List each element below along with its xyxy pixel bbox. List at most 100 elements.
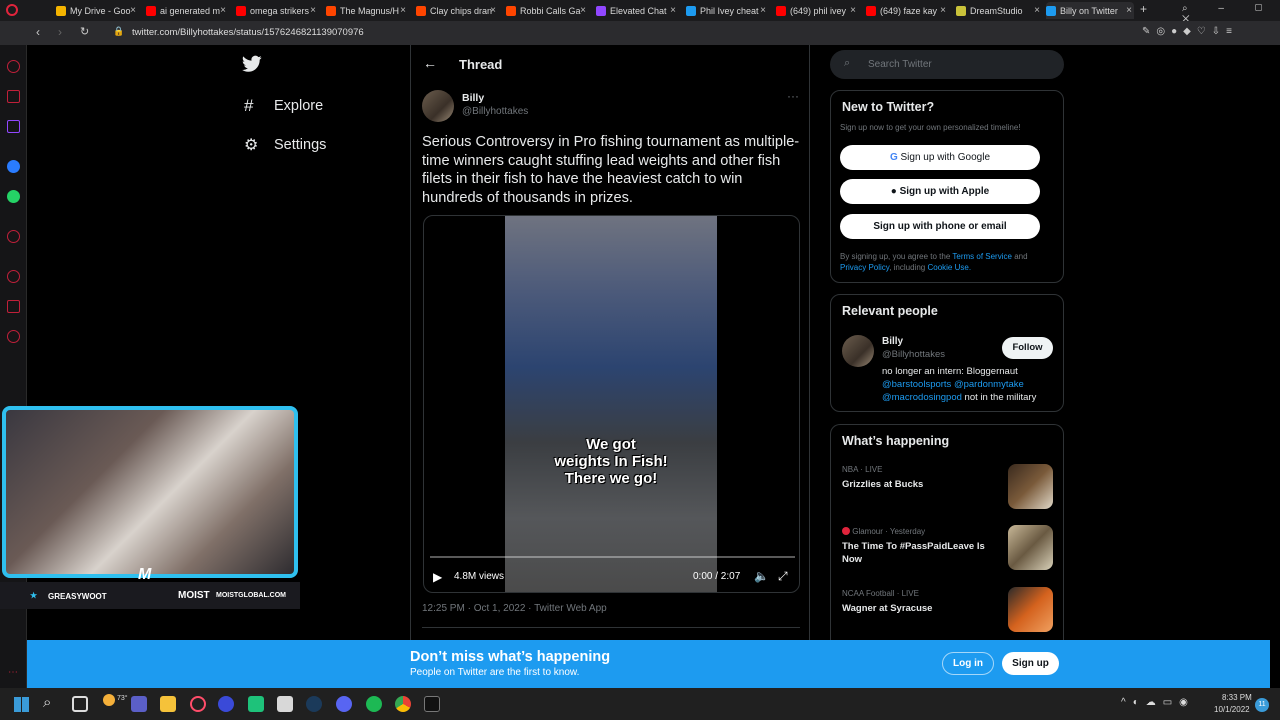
chrome-icon[interactable] [395,696,411,712]
speed-dial-icon[interactable] [7,60,20,73]
tab-close-icon[interactable]: × [1034,5,1040,16]
tweet-timestamp[interactable]: 12:25 PM · Oct 1, 2022 · Twitter Web App [422,603,607,614]
tab-my-drive[interactable]: My Drive - Goo × [56,2,138,19]
settings-icon[interactable] [7,330,20,343]
follow-button[interactable]: Follow [1002,337,1053,359]
privacy-link[interactable]: Privacy Policy [840,263,889,272]
tab-phil-ivey[interactable]: Phil Ivey cheat × [686,2,768,19]
tab-close-icon[interactable]: × [940,5,946,16]
author-handle[interactable]: @Billyhottakes [462,106,528,117]
weather-widget[interactable]: 73° [103,694,128,706]
app-green-icon[interactable] [248,696,264,712]
signup-apple-button[interactable]: ● Sign up with Apple [840,179,1040,204]
opera-gx-icon[interactable] [190,696,206,712]
tab-close-icon[interactable]: × [670,5,676,16]
brand-name: MOIST [178,590,210,601]
tab-649-phil-ivey[interactable]: (649) phil ivey × [776,2,858,19]
notification-badge[interactable]: 11 [1255,698,1269,712]
signup-button[interactable]: Sign up [1002,652,1059,675]
clock-time[interactable]: 8:33 PM [1222,693,1252,702]
discord-icon[interactable] [336,696,352,712]
back-icon[interactable]: ‹ [36,25,40,39]
google-icon: G [889,152,901,163]
volume-icon[interactable]: 🔈 [754,569,769,583]
tab-dreamstudio[interactable]: DreamStudio × [956,2,1042,19]
vivaldi-icon[interactable] [218,696,234,712]
tab-close-icon[interactable]: × [310,5,316,16]
search-input[interactable]: ⌕ Search Twitter [830,50,1064,79]
trend-thumbnail[interactable] [1008,525,1053,570]
rl-app-icon[interactable] [424,696,440,712]
tab-close-icon[interactable]: × [1126,5,1132,16]
tab-close-icon[interactable]: × [760,5,766,16]
author-name[interactable]: Billy [462,92,484,104]
tab-close-icon[interactable]: × [400,5,406,16]
trend-item[interactable]: NBA · LIVE Grizzlies at Bucks [842,465,992,491]
back-arrow-icon[interactable]: ← [423,55,437,71]
person-name[interactable]: Billy [882,336,903,347]
teams-chat-icon[interactable] [131,696,147,712]
address-bar[interactable]: twitter.com/Billyhottakes/status/1576246… [132,27,364,38]
system-tray-icons[interactable]: ^◐☁▭◉ [1121,697,1195,708]
person-handle[interactable]: @Billyhottakes [882,349,945,360]
tab-close-icon[interactable]: × [850,5,856,16]
bio-mention-link[interactable]: @macrodosingpod [882,392,962,403]
steam-icon[interactable] [306,696,322,712]
terms-link[interactable]: Terms of Service [952,252,1012,261]
nav-settings[interactable]: ⚙ Settings [244,135,326,155]
tab-faze-kay[interactable]: (649) faze kay × [866,2,948,19]
tab-close-icon[interactable]: × [220,5,226,16]
tab-magnus[interactable]: The Magnus/H × [326,2,408,19]
trend-item[interactable]: Glamour · Yesterday The Time To #PassPai… [842,527,992,566]
windows-start-icon[interactable] [14,697,29,712]
file-explorer-icon[interactable] [160,696,176,712]
task-view-icon[interactable] [72,696,88,712]
cookie-link[interactable]: Cookie Use. [927,263,971,272]
history-icon[interactable] [7,270,20,283]
tab-close-icon[interactable]: × [490,5,496,16]
opera-logo-icon[interactable] [6,4,18,16]
bio-mention-link[interactable]: @pardonmytake [954,379,1024,390]
new-tab-icon[interactable]: + [1140,2,1147,16]
tab-close-icon[interactable]: × [580,5,586,16]
tab-ai-generated[interactable]: ai generated m × [146,2,228,19]
avatar[interactable] [422,90,454,122]
nav-explore[interactable]: # Explore [244,96,323,116]
whatsapp-icon[interactable] [7,190,20,203]
browser-extension-icons[interactable]: ✎◎●◆♡⇩≡ [1142,26,1238,37]
bio-mention-link[interactable]: @barstoolsports [882,379,951,390]
forward-icon[interactable]: › [58,25,62,39]
spotify-icon[interactable] [366,696,382,712]
tab-close-icon[interactable]: × [130,5,136,16]
tab-clay-chips[interactable]: Clay chips dran × [416,2,498,19]
tab-billy-on-twitter[interactable]: Billy on Twitter × [1046,2,1134,19]
tab-elevated-chat[interactable]: Elevated Chat × [596,2,678,19]
trend-item[interactable]: NCAA Football · LIVE Wagner at Syracuse [842,589,992,615]
tab-robbi-calls[interactable]: Robbi Calls Ga × [506,2,588,19]
cube-icon[interactable] [7,300,20,313]
bag-icon[interactable] [7,90,20,103]
more-options-icon[interactable]: ··· [787,89,799,103]
trend-thumbnail[interactable] [1008,464,1053,509]
signup-google-button[interactable]: G Sign up with Google [840,145,1040,170]
paint-icon[interactable] [277,696,293,712]
reload-icon[interactable]: ↻ [80,25,89,38]
messenger-icon[interactable] [7,160,20,173]
play-icon[interactable]: ▶ [433,570,442,584]
twitter-logo-icon[interactable] [242,55,262,78]
twitch-icon[interactable] [7,120,20,133]
tab-omega-strikers[interactable]: omega strikers × [236,2,318,19]
trend-thumbnail[interactable] [1008,587,1053,632]
signup-phone-button[interactable]: Sign up with phone or email [840,214,1040,239]
clock-date[interactable]: 10/1/2022 [1214,705,1250,714]
avatar[interactable] [842,335,874,367]
sidebar-more-icon[interactable]: ⋯ [8,667,18,678]
video-player[interactable]: We got weights In Fish! There we go! ▶ 4… [423,215,800,593]
video-progress-bar[interactable] [430,556,795,558]
login-button[interactable]: Log in [942,652,994,675]
tab-favicon-icon [866,5,876,16]
fullscreen-icon[interactable]: ⤢ [778,569,788,584]
star-icon: ★ [30,591,38,600]
taskbar-search-icon[interactable]: ⌕ [43,694,51,711]
player-icon[interactable] [7,230,20,243]
